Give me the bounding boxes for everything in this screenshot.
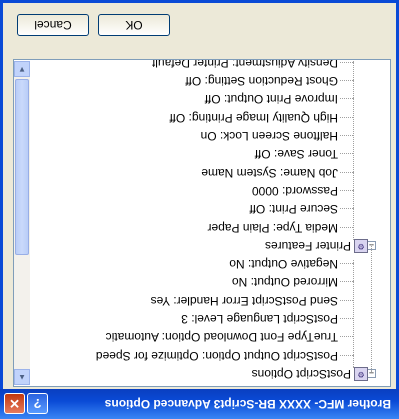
tree-connector-line [340, 336, 354, 338]
tree-connector-line [340, 80, 354, 82]
tree-connector-line [340, 190, 354, 191]
tree-item[interactable]: Negative Output: No [229, 256, 338, 272]
options-tree[interactable]: − ⚙ PostScript Options PostScript Output Op… [13, 59, 391, 387]
printer-settings-icon: ⚙ [354, 367, 368, 381]
help-button[interactable]: ? [27, 393, 48, 414]
tree-connector-line [340, 135, 354, 137]
tree-connector-line [340, 318, 354, 320]
tree-connector-line [340, 98, 354, 100]
tree-item[interactable]: Ghost Reduction Setting: Off [185, 73, 338, 89]
tree-connector-line [340, 354, 354, 356]
tree-connector-line [340, 116, 354, 118]
tree-connector-line [340, 263, 354, 265]
tree-connector-line [340, 61, 354, 63]
tree-item[interactable]: Send PostScript Error Handler: Yes [151, 293, 338, 309]
tree-connector-line [340, 299, 354, 301]
tree-item[interactable]: Improve Print Output: Off [205, 92, 338, 108]
tree-group-label[interactable]: PostScript Options [252, 366, 351, 382]
tree-item[interactable]: Density Adjustment: Printer Default [152, 59, 338, 71]
tree-item[interactable]: Toner Save: Off [255, 146, 338, 162]
tree-connector-line [340, 281, 354, 283]
scroll-up-arrow-icon[interactable]: ▲ [14, 369, 30, 385]
scroll-thumb[interactable] [15, 79, 29, 255]
tree-group-label[interactable]: Printer Features [265, 238, 351, 254]
tree-connector-line [353, 59, 354, 240]
tree-connector-line [340, 208, 354, 210]
ok-button[interactable]: OK [98, 14, 170, 36]
tree-item[interactable]: High Quality Image Printing: Off [169, 110, 338, 126]
cancel-button[interactable]: Cancel [17, 14, 89, 36]
close-button[interactable]: ✕ [4, 393, 25, 414]
tree-connector-line [340, 153, 354, 155]
dialog-body: − ⚙ PostScript Options PostScript Output Op… [0, 0, 399, 389]
tree-item[interactable]: Media Type: Plain Paper [207, 220, 338, 236]
tree-connector-line [340, 171, 354, 173]
tree-item[interactable]: Secure Print: Off [250, 201, 338, 217]
tree-item[interactable]: TrueType Font Download Option: Automatic [106, 329, 338, 345]
tree-item[interactable]: Mirrored Output: No [232, 275, 338, 291]
tree-item[interactable]: Halftone Screen Lock: On [201, 128, 338, 144]
vertical-scrollbar[interactable]: ▲ ▼ [14, 61, 30, 385]
window-title: Brother MFC- XXXX BR-Script3 Advanced Op… [104, 397, 391, 411]
title-bar[interactable]: Brother MFC- XXXX BR-Script3 Advanced Op… [0, 389, 399, 419]
tree-connector-line [340, 226, 354, 228]
scroll-down-arrow-icon[interactable]: ▼ [14, 61, 30, 77]
advanced-options-dialog: Brother MFC- XXXX BR-Script3 Advanced Op… [0, 0, 399, 419]
tree-item[interactable]: Password: 0000 [252, 183, 338, 199]
tree-connector-line [371, 243, 372, 372]
tree-item[interactable]: Job Name: System Name [201, 165, 338, 181]
printer-settings-icon: ⚙ [354, 238, 368, 253]
tree-connector-line [353, 259, 354, 368]
tree-item[interactable]: PostScript Language Level: 3 [181, 311, 338, 327]
tree-item[interactable]: PostScript Output Option: Optimize for S… [96, 348, 338, 364]
